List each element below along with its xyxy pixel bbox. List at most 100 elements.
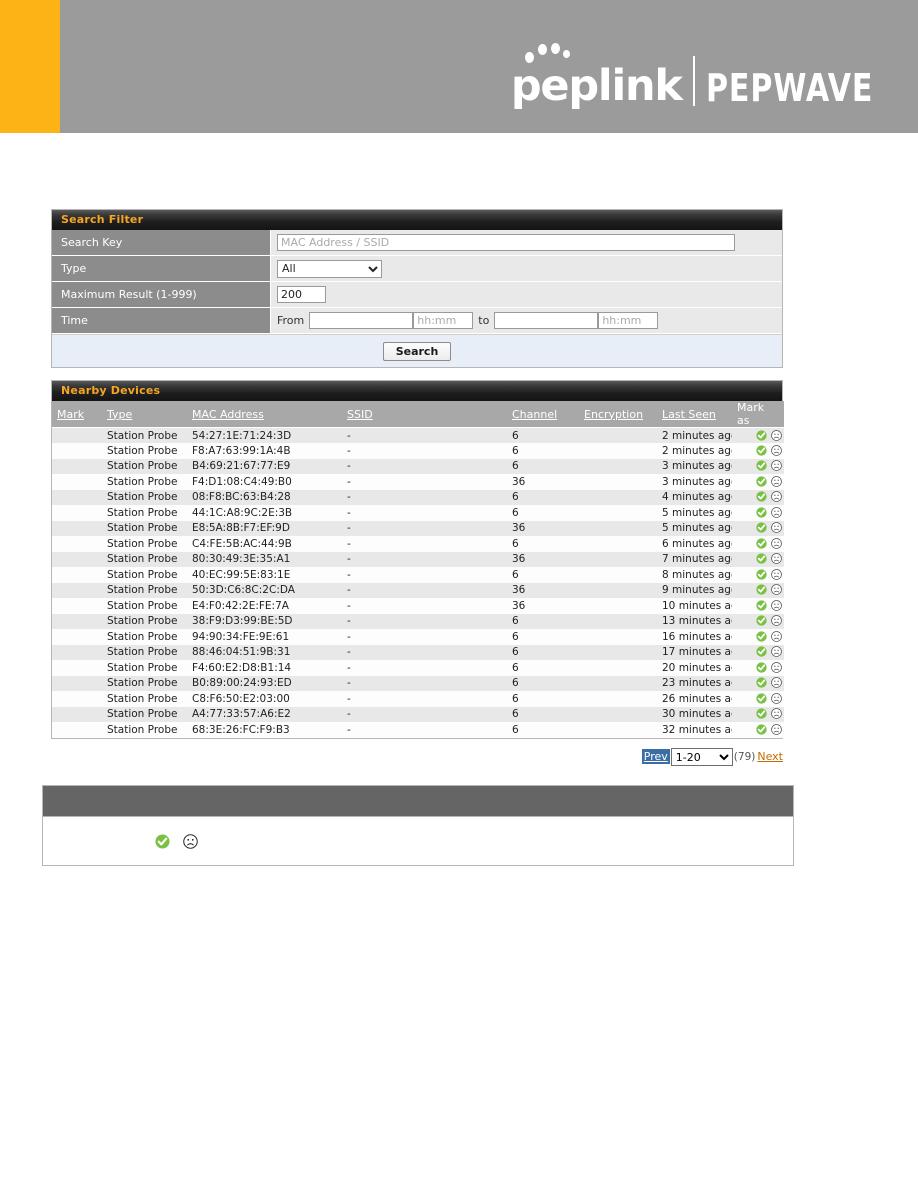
column-header-mac-address[interactable]: MAC Address	[187, 401, 342, 428]
pagination-range-select[interactable]: 1-20	[670, 748, 733, 766]
table-row[interactable]: Station Probe 68:3E:26:FC:F9:B3 - 6 32 minut…	[52, 722, 784, 738]
mark-untrusted-icon[interactable]	[771, 568, 782, 580]
time-to-hhmm-input[interactable]	[598, 312, 659, 329]
peplink-wordmark-text: peplink	[510, 61, 683, 111]
search-key-label: Search Key	[52, 230, 271, 255]
cell-ssid: -	[347, 692, 351, 705]
mark-untrusted-icon[interactable]	[771, 661, 782, 673]
column-header-last-seen[interactable]: Last Seen	[657, 401, 732, 428]
mark-trusted-icon[interactable]	[756, 662, 767, 673]
time-from-date-input[interactable]	[309, 312, 414, 329]
mark-trusted-icon[interactable]	[756, 646, 767, 657]
cell-encryption	[579, 660, 657, 676]
column-header-encryption[interactable]: Encryption	[579, 401, 657, 428]
time-to-date-input[interactable]	[494, 312, 599, 329]
table-row[interactable]: Station Probe 94:90:34:FE:9E:61 - 6 16 minut…	[52, 629, 784, 645]
table-row[interactable]: Station Probe B4:69:21:67:77:E9 - 6 3 minute…	[52, 458, 784, 475]
mark-untrusted-icon[interactable]	[771, 537, 782, 549]
search-key-input[interactable]	[277, 234, 735, 251]
mark-untrusted-icon[interactable]	[771, 444, 782, 456]
pagination-next-link[interactable]: Next	[757, 750, 783, 763]
table-row[interactable]: Station Probe C4:FE:5B:AC:44:9B - 6 6 minute…	[52, 536, 784, 552]
table-row[interactable]: Station Probe E4:F0:42:2E:FE:7A - 36 10 minu…	[52, 598, 784, 614]
cell-mark-as	[732, 598, 784, 614]
type-select[interactable]: All	[277, 259, 382, 278]
table-row[interactable]: Station Probe E8:5A:8B:F7:EF:9D - 36 5 minut…	[52, 520, 784, 536]
mark-untrusted-icon[interactable]	[771, 460, 782, 472]
mark-untrusted-icon[interactable]	[771, 630, 782, 642]
table-row[interactable]: Station Probe 88:46:04:51:9B:31 - 6 17 minut…	[52, 644, 784, 660]
mark-untrusted-icon[interactable]	[771, 491, 782, 503]
time-from-hhmm-input[interactable]	[413, 312, 474, 329]
search-button[interactable]: Search	[382, 342, 452, 361]
cell-channel: 6	[512, 630, 519, 643]
table-row[interactable]: Station Probe 44:1C:A8:9C:2E:3B - 6 5 minute…	[52, 505, 784, 521]
mark-untrusted-icon[interactable]	[771, 615, 782, 627]
maximum-result-input[interactable]	[277, 286, 326, 303]
mark-trusted-icon[interactable]	[756, 445, 767, 456]
mark-trusted-icon[interactable]	[756, 553, 767, 564]
cell-ssid: -	[347, 491, 351, 504]
column-header-ssid[interactable]: SSID	[342, 401, 507, 428]
table-row[interactable]: Station Probe F8:A7:63:99:1A:4B - 6 2 minute…	[52, 443, 784, 459]
mark-trusted-icon[interactable]	[756, 476, 767, 487]
table-row[interactable]: Station Probe F4:60:E2:D8:B1:14 - 6 20 minut…	[52, 660, 784, 676]
type-row: Type All	[52, 256, 782, 282]
cell-last-seen: 7 minutes ago	[662, 553, 732, 566]
column-header-channel[interactable]: Channel	[507, 401, 579, 428]
table-row[interactable]: Station Probe F4:D1:08:C4:49:B0 - 36 3 minut…	[52, 474, 784, 490]
table-row[interactable]: Station Probe B0:89:00:24:93:ED - 6 23 minut…	[52, 675, 784, 691]
column-header-type[interactable]: Type	[102, 401, 187, 428]
mark-trusted-icon[interactable]	[756, 429, 767, 441]
mark-trusted-icon[interactable]	[756, 460, 767, 471]
cell-mac-address: 94:90:34:FE:9E:61	[192, 630, 290, 643]
table-row[interactable]: Station Probe 38:F9:D3:99:BE:5D - 6 13 minut…	[52, 613, 784, 629]
mark-untrusted-icon[interactable]	[771, 677, 782, 689]
cell-mark-as	[732, 707, 784, 723]
mark-untrusted-icon[interactable]	[771, 506, 782, 518]
mark-trusted-icon[interactable]	[756, 708, 767, 719]
type-field-cell: All	[271, 256, 782, 281]
mark-untrusted-icon[interactable]	[771, 584, 782, 596]
pagination-prev-link[interactable]: Prev	[641, 749, 670, 764]
mark-trusted-icon[interactable]	[756, 507, 767, 518]
table-row[interactable]: Station Probe A4:77:33:57:A6:E2 - 6 30 minut…	[52, 706, 784, 723]
cell-mark	[52, 536, 102, 552]
table-row[interactable]: Station Probe C8:F6:50:E2:03:00 - 6 26 minut…	[52, 691, 784, 707]
column-header-mark[interactable]: Mark	[52, 401, 102, 428]
cell-type: Station Probe	[107, 615, 178, 628]
mark-untrusted-icon[interactable]	[771, 692, 782, 704]
cell-type: Station Probe	[107, 444, 178, 457]
mark-trusted-icon[interactable]	[756, 584, 767, 595]
table-row[interactable]: Station Probe 80:30:49:3E:35:A1 - 36 7 minut…	[52, 551, 784, 567]
search-filter-panel: Search Filter Search Key Type All Maximu…	[51, 209, 783, 368]
table-row[interactable]: Station Probe 40:EC:99:5E:83:1E - 6 8 minute…	[52, 567, 784, 583]
nearby-devices-panel: Nearby Devices Mark Type MAC Address SSI…	[51, 380, 784, 739]
cell-encryption	[579, 459, 657, 475]
table-row[interactable]: Station Probe 50:3D:C6:8C:2C:DA - 36 9 minut…	[52, 582, 784, 598]
mark-trusted-icon[interactable]	[756, 600, 767, 611]
mark-untrusted-icon[interactable]	[771, 475, 782, 487]
mark-trusted-icon[interactable]	[756, 724, 767, 735]
cell-encryption	[579, 598, 657, 614]
mark-trusted-icon[interactable]	[756, 538, 767, 549]
mark-untrusted-icon[interactable]	[771, 429, 782, 441]
mark-trusted-icon[interactable]	[756, 615, 767, 626]
mark-untrusted-icon[interactable]	[771, 646, 782, 658]
mark-untrusted-icon[interactable]	[771, 599, 782, 611]
mark-trusted-icon[interactable]	[756, 677, 767, 688]
mark-trusted-icon[interactable]	[756, 522, 767, 533]
cell-type: Station Probe	[107, 568, 178, 581]
mark-untrusted-icon[interactable]	[771, 708, 782, 720]
mark-trusted-icon[interactable]	[756, 631, 767, 642]
mark-untrusted-icon[interactable]	[771, 553, 782, 565]
mark-trusted-icon[interactable]	[756, 491, 767, 502]
table-row[interactable]: Station Probe 54:27:1E:71:24:3D - 6 2 minute…	[52, 427, 784, 443]
mark-untrusted-icon[interactable]	[771, 723, 782, 735]
mark-trusted-icon[interactable]	[756, 693, 767, 704]
cell-mark-as	[732, 722, 784, 738]
cell-type: Station Probe	[107, 522, 178, 535]
mark-trusted-icon[interactable]	[756, 569, 767, 580]
mark-untrusted-icon[interactable]	[771, 522, 782, 534]
table-row[interactable]: Station Probe 08:F8:BC:63:B4:28 - 6 4 minute…	[52, 489, 784, 505]
